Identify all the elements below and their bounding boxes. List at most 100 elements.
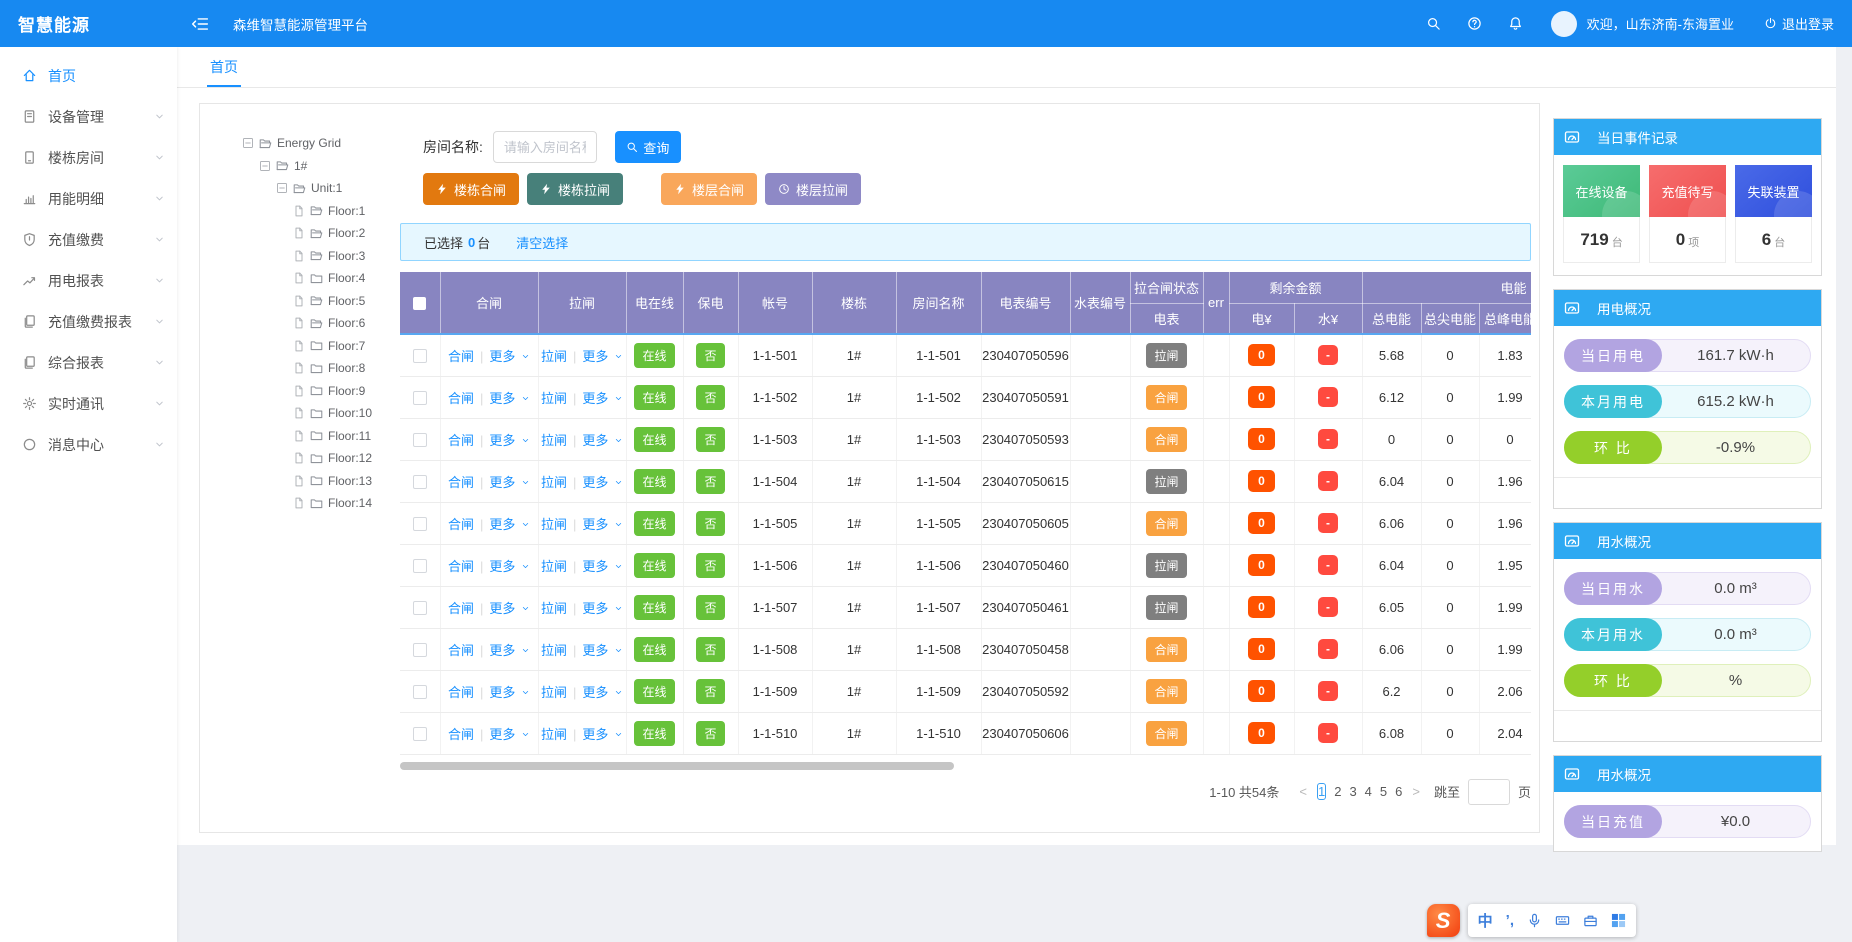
prev-page-arrow[interactable]: <	[1299, 784, 1307, 799]
tree-node[interactable]: Floor:3	[242, 245, 400, 268]
close-more-link[interactable]: 更多	[489, 601, 530, 616]
close-more-link[interactable]: 更多	[489, 685, 530, 700]
open-more-link[interactable]: 更多	[582, 643, 623, 658]
sidebar-item-power-report[interactable]: 用电报表	[0, 260, 177, 301]
building-close-button[interactable]: 楼栋合闸	[423, 173, 519, 205]
close-switch-link[interactable]: 合闸	[448, 349, 474, 364]
sidebar-item-recharge-report[interactable]: 充值缴费报表	[0, 301, 177, 342]
row-checkbox[interactable]	[413, 601, 427, 615]
tree-node[interactable]: Floor:2	[242, 222, 400, 245]
close-switch-link[interactable]: 合闸	[448, 559, 474, 574]
sidebar-item-recharge[interactable]: 充值缴费	[0, 219, 177, 260]
menu-collapse-icon[interactable]	[191, 15, 209, 33]
row-checkbox[interactable]	[413, 643, 427, 657]
tree-node[interactable]: Floor:12	[242, 447, 400, 470]
mic-icon[interactable]	[1527, 913, 1542, 928]
open-more-link[interactable]: 更多	[582, 517, 623, 532]
row-checkbox[interactable]	[413, 559, 427, 573]
avatar[interactable]	[1551, 11, 1577, 37]
close-more-link[interactable]: 更多	[489, 559, 530, 574]
sidebar-item-devices[interactable]: 设备管理	[0, 96, 177, 137]
row-checkbox[interactable]	[413, 433, 427, 447]
tree-node[interactable]: Floor:5	[242, 290, 400, 313]
sidebar-item-rooms[interactable]: 楼栋房间	[0, 137, 177, 178]
row-checkbox[interactable]	[413, 349, 427, 363]
sidebar-item-summary-report[interactable]: 综合报表	[0, 342, 177, 383]
sogou-logo-icon[interactable]: S	[1427, 904, 1460, 937]
next-page-arrow[interactable]: >	[1412, 784, 1420, 799]
close-more-link[interactable]: 更多	[489, 727, 530, 742]
close-switch-link[interactable]: 合闸	[448, 475, 474, 490]
room-name-input[interactable]	[493, 131, 597, 163]
open-switch-link[interactable]: 拉闸	[541, 349, 567, 364]
open-more-link[interactable]: 更多	[582, 391, 623, 406]
close-more-link[interactable]: 更多	[489, 475, 530, 490]
close-switch-link[interactable]: 合闸	[448, 433, 474, 448]
jump-page-input[interactable]	[1468, 779, 1510, 805]
tree-node[interactable]: 1#	[242, 155, 400, 178]
tree-node[interactable]: Floor:6	[242, 312, 400, 335]
select-all-checkbox[interactable]	[413, 297, 426, 310]
open-switch-link[interactable]: 拉闸	[541, 559, 567, 574]
bell-icon[interactable]	[1508, 16, 1523, 31]
open-switch-link[interactable]: 拉闸	[541, 517, 567, 532]
floor-open-button[interactable]: 楼层拉闸	[765, 173, 861, 205]
tree-node[interactable]: Unit:1	[242, 177, 400, 200]
open-switch-link[interactable]: 拉闸	[541, 727, 567, 742]
ime-punctuation-icon[interactable]: ’,	[1506, 912, 1514, 929]
search-icon[interactable]	[1426, 16, 1441, 31]
tab-home[interactable]: 首页	[207, 47, 241, 87]
close-more-link[interactable]: 更多	[489, 433, 530, 448]
page-button-3[interactable]: 3	[1349, 784, 1356, 799]
horizontal-scrollbar[interactable]	[400, 762, 954, 770]
open-switch-link[interactable]: 拉闸	[541, 685, 567, 700]
open-more-link[interactable]: 更多	[582, 433, 623, 448]
ime-grid-icon[interactable]	[1611, 913, 1626, 928]
open-more-link[interactable]: 更多	[582, 685, 623, 700]
tree-node[interactable]: Floor:4	[242, 267, 400, 290]
row-checkbox[interactable]	[413, 727, 427, 741]
page-button-1[interactable]: 1	[1317, 783, 1326, 800]
tree-node[interactable]: Energy Grid	[242, 132, 400, 155]
keyboard-icon[interactable]	[1555, 913, 1570, 928]
floor-close-button[interactable]: 楼层合闸	[661, 173, 757, 205]
tree-node[interactable]: Floor:1	[242, 200, 400, 223]
open-more-link[interactable]: 更多	[582, 601, 623, 616]
logout-button[interactable]: 退出登录	[1764, 14, 1834, 33]
toolbox-icon[interactable]	[1583, 913, 1598, 928]
close-switch-link[interactable]: 合闸	[448, 391, 474, 406]
close-more-link[interactable]: 更多	[489, 349, 530, 364]
sidebar-item-energy-detail[interactable]: 用能明细	[0, 178, 177, 219]
tree-node[interactable]: Floor:8	[242, 357, 400, 380]
search-button[interactable]: 查询	[615, 131, 681, 163]
tree-node[interactable]: Floor:10	[242, 402, 400, 425]
row-checkbox[interactable]	[413, 517, 427, 531]
row-checkbox[interactable]	[413, 685, 427, 699]
open-switch-link[interactable]: 拉闸	[541, 391, 567, 406]
close-switch-link[interactable]: 合闸	[448, 517, 474, 532]
page-button-6[interactable]: 6	[1395, 784, 1402, 799]
close-switch-link[interactable]: 合闸	[448, 685, 474, 700]
ime-chinese-mode[interactable]: 中	[1478, 910, 1493, 931]
close-more-link[interactable]: 更多	[489, 391, 530, 406]
help-icon[interactable]	[1467, 16, 1482, 31]
building-open-button[interactable]: 楼栋拉闸	[527, 173, 623, 205]
tree-node[interactable]: Floor:14	[242, 492, 400, 515]
tree-node[interactable]: Floor:9	[242, 380, 400, 403]
open-more-link[interactable]: 更多	[582, 559, 623, 574]
row-checkbox[interactable]	[413, 475, 427, 489]
sidebar-item-realtime[interactable]: 实时通讯	[0, 383, 177, 424]
open-more-link[interactable]: 更多	[582, 475, 623, 490]
close-switch-link[interactable]: 合闸	[448, 601, 474, 616]
close-more-link[interactable]: 更多	[489, 643, 530, 658]
page-button-2[interactable]: 2	[1334, 784, 1341, 799]
open-switch-link[interactable]: 拉闸	[541, 601, 567, 616]
tree-node[interactable]: Floor:7	[242, 335, 400, 358]
clear-selection-link[interactable]: 清空选择	[516, 233, 568, 252]
open-more-link[interactable]: 更多	[582, 349, 623, 364]
row-checkbox[interactable]	[413, 391, 427, 405]
tree-node[interactable]: Floor:13	[242, 470, 400, 493]
tree-node[interactable]: Floor:11	[242, 425, 400, 448]
open-switch-link[interactable]: 拉闸	[541, 433, 567, 448]
open-switch-link[interactable]: 拉闸	[541, 475, 567, 490]
